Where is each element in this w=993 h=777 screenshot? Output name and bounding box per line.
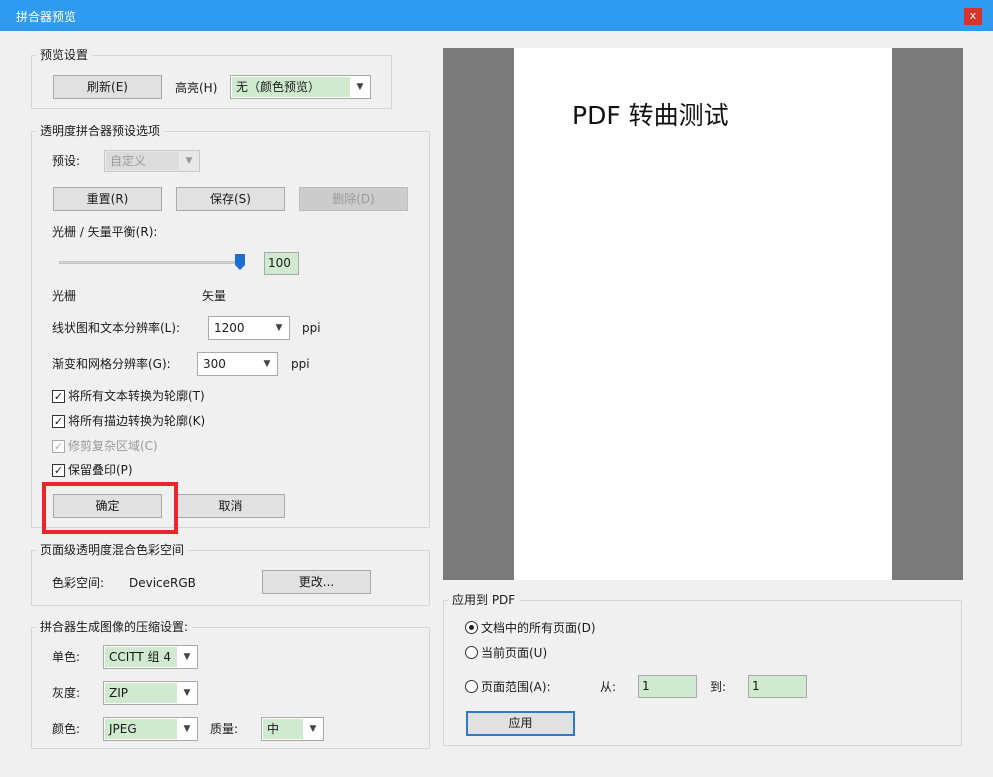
highlight-label: 高亮(H) — [175, 81, 218, 95]
window-title: 拼合器预览 — [16, 10, 77, 24]
balance-value-field[interactable]: 100 — [264, 252, 299, 275]
from-label: 从: — [600, 680, 617, 694]
preview-page-text: PDF 转曲测试 — [572, 101, 729, 130]
preset-select[interactable]: 自定义 ▼ — [104, 150, 200, 172]
apply-to-pdf-legend: 应用到 PDF — [448, 592, 520, 608]
gradient-res-unit: ppi — [291, 357, 310, 371]
chevron-down-icon: ▼ — [356, 82, 364, 92]
vector-label: 矢量 — [202, 289, 227, 303]
color-space-value: DeviceRGB — [129, 576, 196, 590]
stroke-to-outline-checkbox[interactable]: ✓ — [52, 415, 65, 428]
stroke-to-outline-label: 将所有描边转换为轮廓(K) — [68, 414, 206, 428]
clip-complex-regions-label: 修剪复杂区域(C) — [68, 439, 158, 453]
all-pages-radio[interactable] — [465, 621, 478, 634]
gradient-res-value: 300 — [203, 357, 226, 371]
close-button[interactable]: x — [964, 8, 982, 25]
gray-select[interactable]: ZIP ▼ — [103, 681, 198, 705]
page-range-label: 页面范围(A): — [481, 680, 551, 694]
text-to-outline-label: 将所有文本转换为轮廓(T) — [68, 389, 205, 403]
gray-select-value: ZIP — [109, 686, 128, 700]
to-page-field[interactable]: 1 — [748, 675, 807, 698]
to-label: 到: — [710, 680, 727, 694]
apply-button[interactable]: 应用 — [466, 711, 575, 736]
preserve-overprint-checkbox[interactable]: ✓ — [52, 464, 65, 477]
raster-label: 光栅 — [52, 289, 77, 303]
mono-select-value: CCITT 组 4 — [109, 650, 172, 664]
cancel-button[interactable]: 取消 — [176, 494, 285, 518]
slider-thumb-icon — [235, 254, 245, 270]
highlight-select-value: 无（颜色预览） — [236, 80, 321, 94]
refresh-button[interactable]: 刷新(E) — [53, 75, 162, 99]
quality-select-value: 中 — [267, 722, 280, 736]
balance-slider-track[interactable] — [59, 261, 243, 264]
color-space-legend: 页面级透明度混合色彩空间 — [36, 542, 189, 558]
chevron-down-icon: ▼ — [275, 323, 283, 333]
quality-select[interactable]: 中 ▼ — [261, 717, 324, 741]
compression-legend: 拼合器生成图像的压缩设置: — [36, 619, 193, 635]
chevron-down-icon: ▼ — [309, 724, 317, 734]
color-select[interactable]: JPEG ▼ — [103, 717, 198, 741]
mono-label: 单色: — [52, 650, 81, 664]
color-space-label: 色彩空间: — [52, 576, 105, 590]
text-to-outline-checkbox[interactable]: ✓ — [52, 390, 65, 403]
preserve-overprint-label: 保留叠印(P) — [68, 463, 133, 477]
balance-label: 光栅 / 矢量平衡(R): — [52, 225, 158, 239]
gray-label: 灰度: — [52, 686, 81, 700]
line-res-select[interactable]: 1200 ▼ — [208, 316, 290, 340]
gradient-res-select[interactable]: 300 ▼ — [197, 352, 278, 376]
page-range-radio[interactable] — [465, 680, 478, 693]
change-color-space-button[interactable]: 更改... — [262, 570, 371, 594]
color-label: 颜色: — [52, 722, 81, 736]
current-page-label: 当前页面(U) — [481, 646, 548, 660]
from-page-field[interactable]: 1 — [638, 675, 697, 698]
highlight-select[interactable]: 无（颜色预览） ▼ — [230, 75, 371, 99]
flattener-presets-legend: 透明度拼合器预设选项 — [36, 123, 165, 139]
line-res-value: 1200 — [214, 321, 245, 335]
chevron-down-icon: ▼ — [183, 724, 191, 734]
clip-complex-regions-checkbox[interactable]: ✓ — [52, 440, 65, 453]
chevron-down-icon: ▼ — [263, 359, 271, 369]
all-pages-label: 文档中的所有页面(D) — [481, 621, 596, 635]
preset-label: 预设: — [52, 154, 81, 168]
line-res-label: 线状图和文本分辨率(L): — [52, 321, 181, 335]
title-bar — [0, 0, 993, 31]
chevron-down-icon: ▼ — [183, 652, 191, 662]
preview-settings-legend: 预览设置 — [36, 47, 93, 63]
current-page-radio[interactable] — [465, 646, 478, 659]
preset-select-value: 自定义 — [110, 154, 147, 168]
save-button[interactable]: 保存(S) — [176, 187, 285, 211]
chevron-down-icon: ▼ — [183, 688, 191, 698]
color-select-value: JPEG — [109, 722, 137, 736]
chevron-down-icon: ▼ — [185, 156, 193, 166]
reset-button[interactable]: 重置(R) — [53, 187, 162, 211]
balance-slider-thumb[interactable] — [235, 254, 245, 270]
gradient-res-label: 渐变和网格分辨率(G): — [52, 357, 171, 371]
ok-button-highlight-box — [42, 482, 178, 534]
mono-select[interactable]: CCITT 组 4 ▼ — [103, 645, 198, 669]
quality-label: 质量: — [210, 722, 239, 736]
delete-button[interactable]: 删除(D) — [299, 187, 408, 211]
line-res-unit: ppi — [302, 321, 321, 335]
